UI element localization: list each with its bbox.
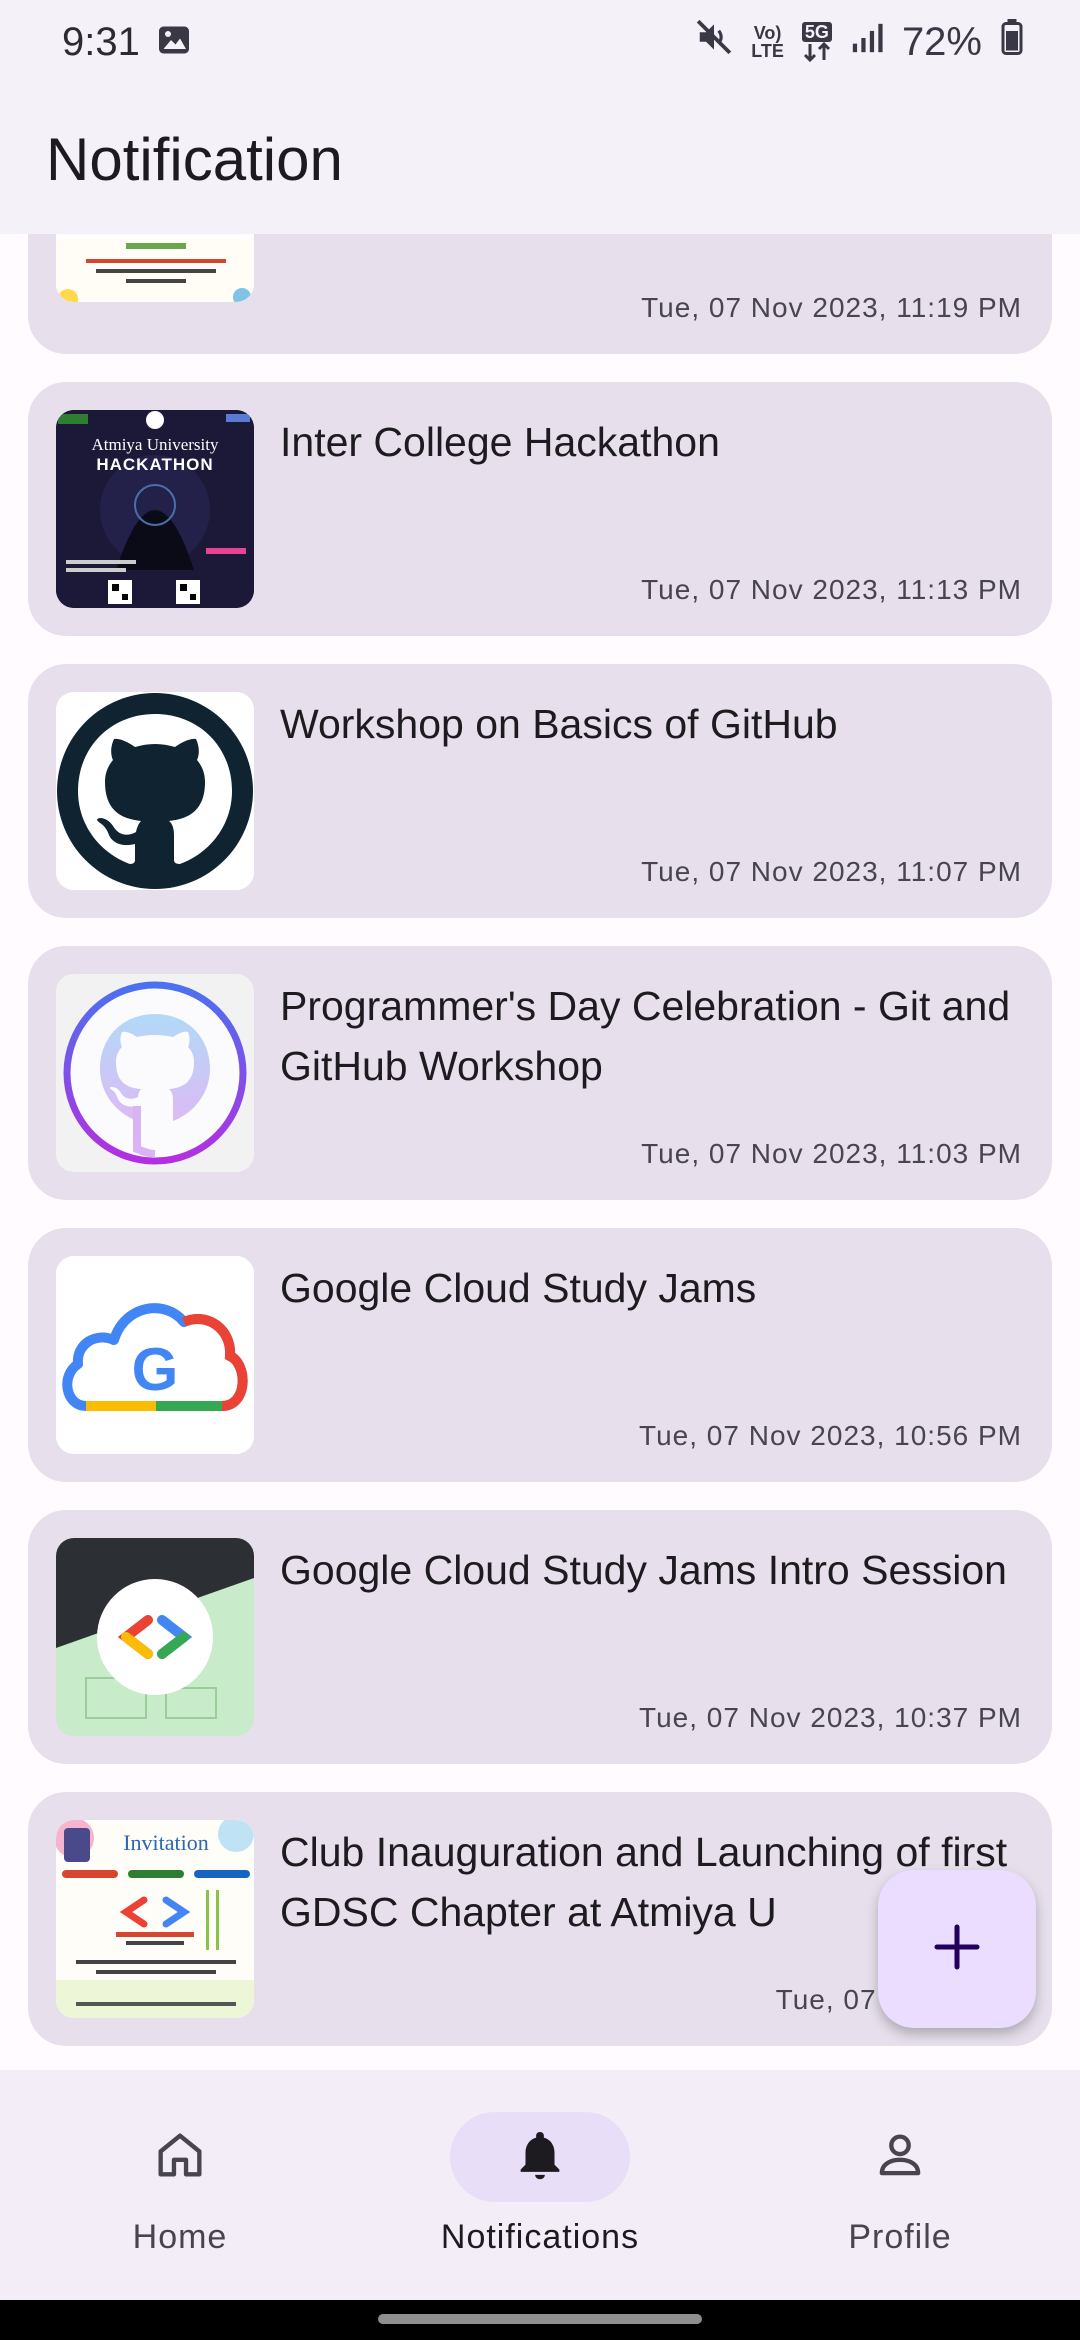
status-right: Vo) LTE 5G 72% (695, 18, 1024, 66)
hackathon-poster-text-title: HACKATHON (96, 455, 213, 474)
signal-icon (850, 20, 884, 65)
google-cloud-logo-thumbnail: G (56, 1256, 254, 1454)
notification-title: Inter College Hackathon (280, 419, 720, 465)
battery-icon (1000, 19, 1024, 65)
plus-icon (931, 1921, 983, 1978)
notification-list: Tue, 07 Nov 2023, 11:19 PM Atmiya Univer… (28, 234, 1052, 2070)
notification-title: Workshop on Basics of GitHub (280, 701, 838, 747)
nav-item-home[interactable]: Home (0, 2070, 360, 2300)
bell-icon (511, 2126, 569, 2189)
nav-pill-notifications (450, 2112, 630, 2202)
hackathon-poster-text-university: Atmiya University (91, 435, 219, 454)
notification-time: Tue, 07 Nov 2023, 11:13 PM (641, 574, 1022, 605)
add-notification-fab[interactable] (878, 1870, 1036, 2028)
notification-list-container[interactable]: Tue, 07 Nov 2023, 11:19 PM Atmiya Univer… (0, 234, 1080, 2070)
github-logo-thumbnail (56, 692, 254, 890)
hackathon-poster-thumbnail: Atmiya University HACKATHON (56, 410, 254, 608)
invitation-poster-thumbnail: Invitation (56, 1820, 254, 2018)
nav-label-notifications: Notifications (440, 2218, 640, 2256)
mute-icon (695, 18, 733, 66)
gdsc-code-logo-thumbnail (56, 1538, 254, 1736)
volte-top-label: Vo) (753, 23, 782, 43)
home-icon (151, 2126, 209, 2189)
notification-time: Tue, 07 Nov 2023, 11:07 PM (641, 856, 1022, 887)
notification-time: Tue, 07 Nov 2023, 11:03 PM (641, 1138, 1022, 1169)
nav-pill-profile (810, 2112, 990, 2202)
nav-item-notifications[interactable]: Notifications (360, 2070, 720, 2300)
invitation-poster-text: Invitation (123, 1830, 209, 1855)
gesture-bar (0, 2300, 1080, 2340)
nav-item-profile[interactable]: Profile (720, 2070, 1080, 2300)
github-gradient-logo-icon (56, 974, 254, 1172)
github-logo-icon (56, 692, 254, 890)
hackathon-poster-image: Atmiya University HACKATHON (56, 410, 254, 608)
notification-title: Google Cloud Study Jams (280, 1265, 757, 1311)
battery-percent: 72% (901, 19, 982, 64)
notification-time: Tue, 07 Nov 2023, 10:56 PM (639, 1420, 1022, 1451)
notification-title: Google Cloud Study Jams Intro Session (280, 1547, 1007, 1593)
gdsc-code-logo-icon (56, 1538, 254, 1736)
google-cloud-logo-icon: G (56, 1256, 254, 1454)
invitation-poster-image (56, 239, 254, 302)
nav-label-home: Home (132, 2218, 228, 2256)
network-5g-icon: 5G (801, 22, 832, 62)
volte-icon: Vo) LTE (751, 24, 784, 60)
notification-card[interactable]: Workshop on Basics of GitHub Tue, 07 Nov… (28, 664, 1052, 918)
status-left: 9:31 (62, 20, 192, 65)
status-bar: 9:31 Vo) LTE 5G 72% (0, 0, 1080, 84)
notification-card[interactable]: Google Cloud Study Jams Intro Session Tu… (28, 1510, 1052, 1764)
notification-time: Tue, 07 Nov 2023, 10:37 PM (639, 1702, 1022, 1733)
svg-text:G: G (132, 1336, 179, 1403)
nav-pill-home (90, 2112, 270, 2202)
notification-title: Programmer's Day Celebration - Git and G… (280, 983, 1011, 1089)
person-icon (871, 2126, 929, 2189)
invitation-poster-thumbnail (56, 234, 254, 302)
notification-time: Tue, 07 Nov 2023, 11:19 PM (641, 292, 1022, 323)
volte-bottom-label: LTE (751, 41, 784, 61)
image-notification-icon (156, 22, 192, 63)
github-gradient-logo-thumbnail (56, 974, 254, 1172)
invitation-poster-image: Invitation (56, 1820, 254, 2018)
page-title: Notification (46, 125, 343, 193)
bottom-navigation: Home Notifications Profile (0, 2070, 1080, 2300)
nav-label-profile: Profile (848, 2218, 952, 2256)
notification-card[interactable]: Atmiya University HACKATHON Inter Colleg… (28, 382, 1052, 636)
network-label: 5G (801, 22, 832, 42)
notification-card[interactable]: Programmer's Day Celebration - Git and G… (28, 946, 1052, 1200)
app-bar: Notification (0, 84, 1080, 234)
status-time: 9:31 (62, 19, 140, 64)
screen: 9:31 Vo) LTE 5G 72% Notification Tue, 07… (0, 0, 1080, 2340)
notification-card[interactable]: Tue, 07 Nov 2023, 11:19 PM (28, 234, 1052, 354)
notification-card[interactable]: G Google Cloud Study Jams Tue, 07 Nov 20… (28, 1228, 1052, 1482)
gesture-handle[interactable] (378, 2314, 702, 2324)
